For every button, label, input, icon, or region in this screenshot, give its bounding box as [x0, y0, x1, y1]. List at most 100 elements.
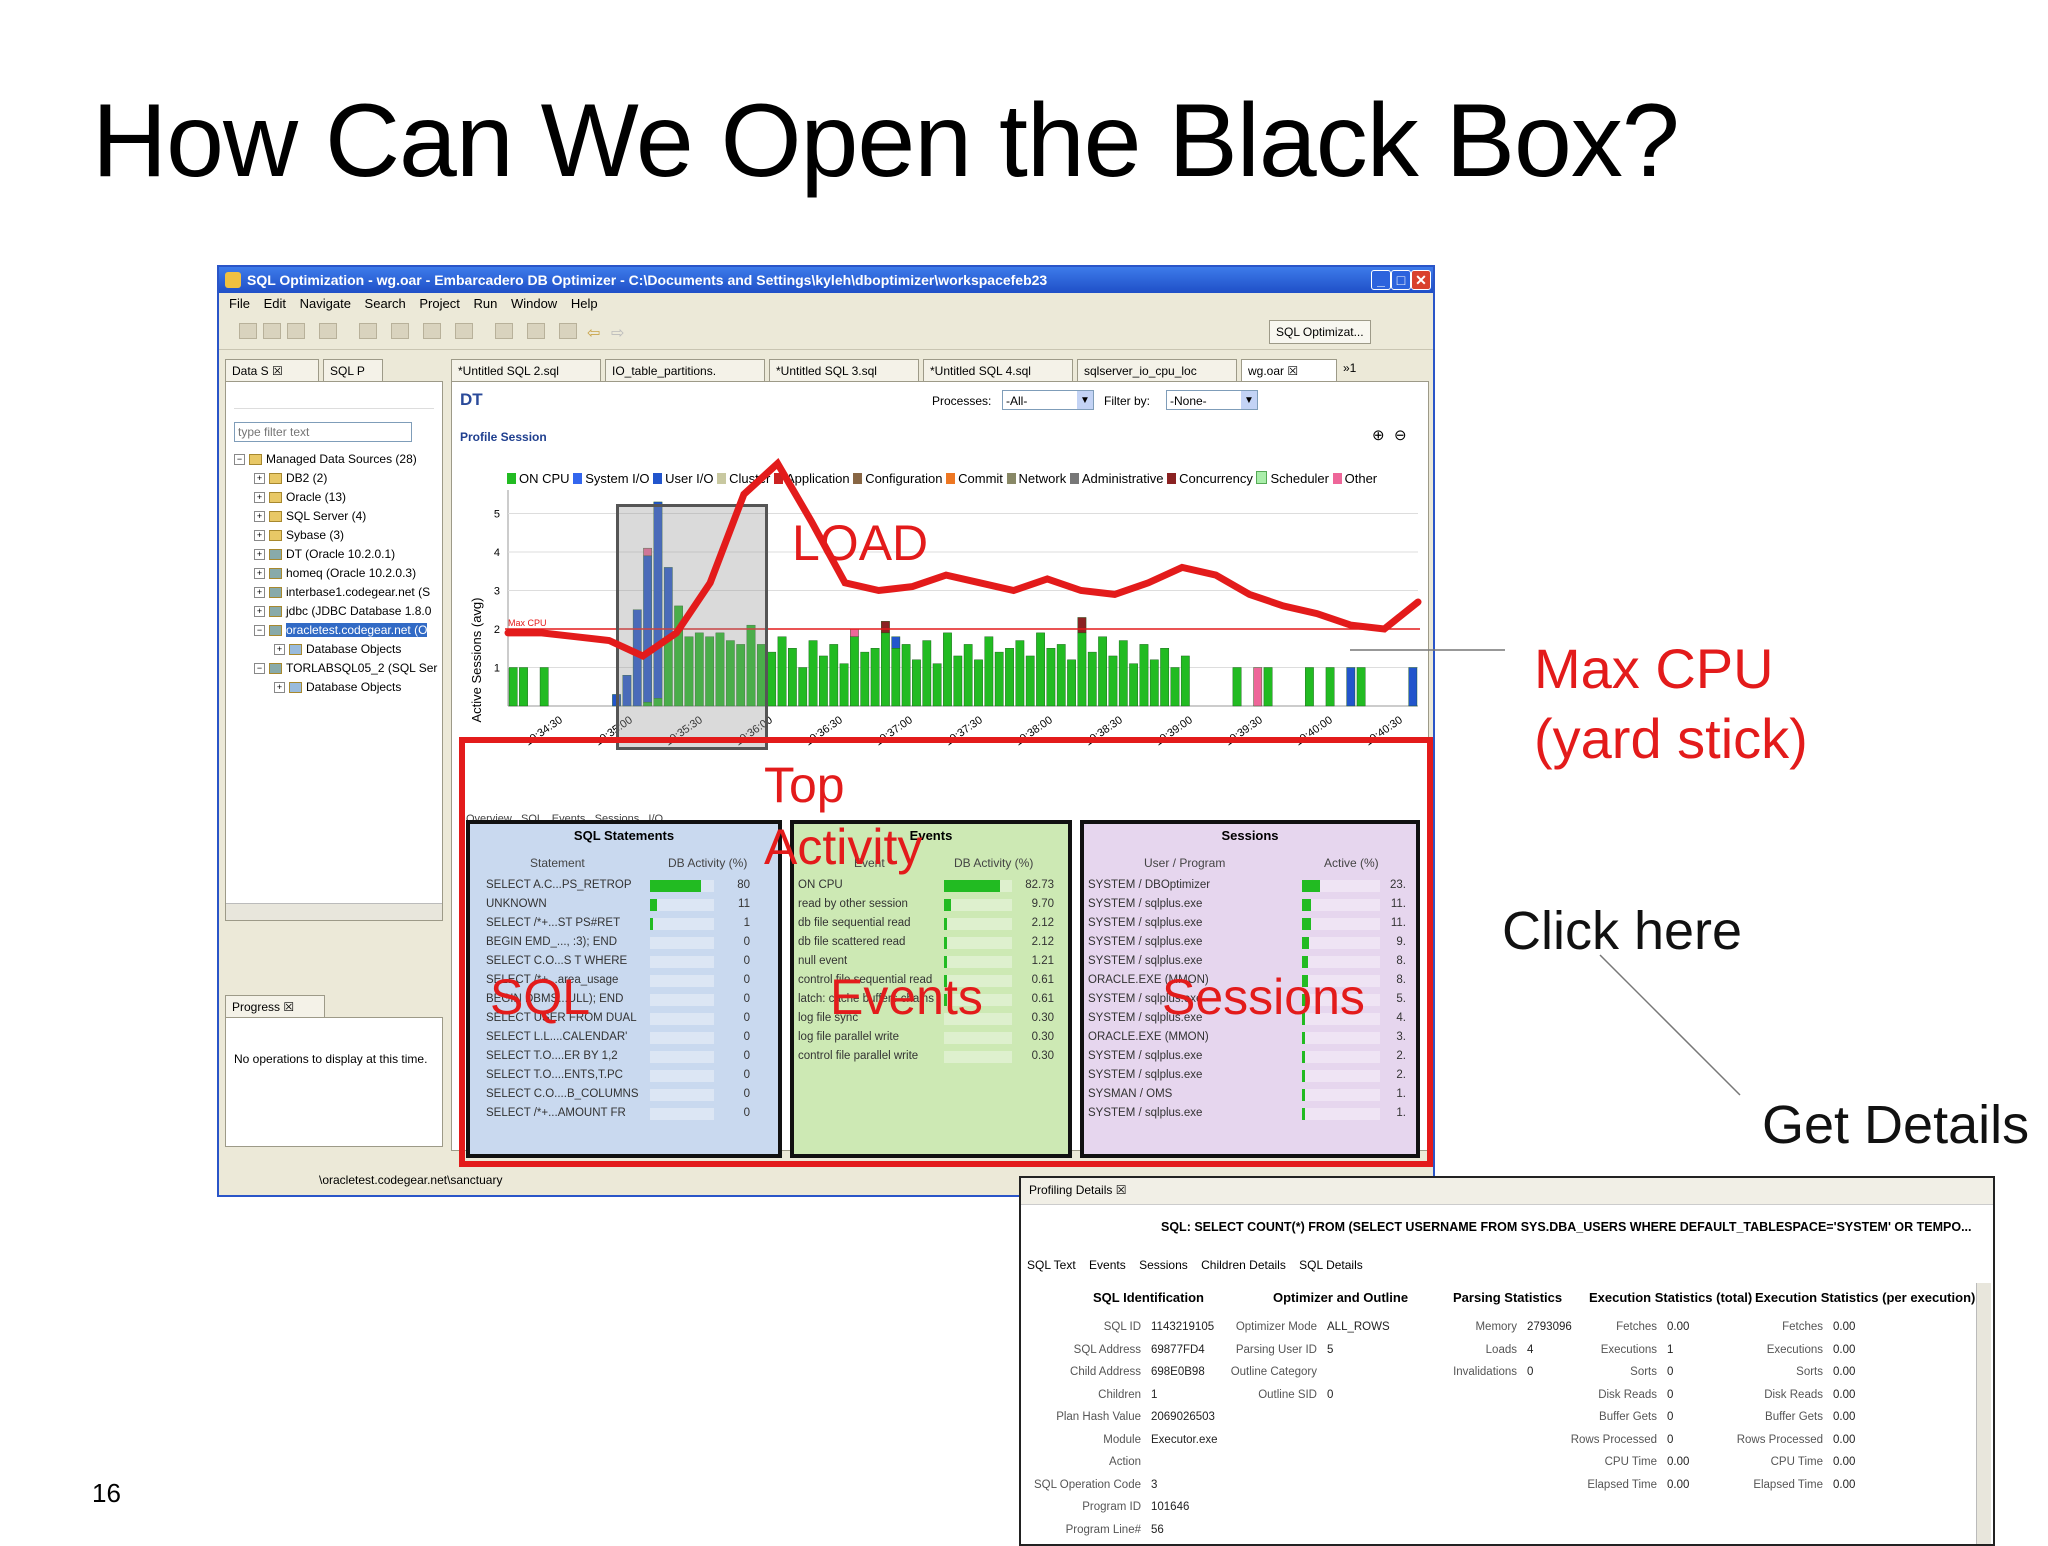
panel-row-text[interactable]: SYSTEM / sqlplus.exe [1088, 895, 1288, 914]
detail-value: 0.00 [1833, 1456, 1856, 1468]
panel-row-text[interactable]: SELECT T.O....ENTS,T.PC [486, 1066, 646, 1085]
panel-row-text[interactable]: ORACLE.EXE (MMON) [1088, 1028, 1288, 1047]
tab-sql-details[interactable]: SQL Details [1299, 1258, 1363, 1272]
panel-row-value: 0 [743, 1107, 750, 1119]
detail-label: SQL Operation Code [1034, 1478, 1141, 1491]
page-number: 16 [92, 1478, 121, 1508]
panel-row-value: 1. [1396, 1107, 1406, 1119]
panel-row-value: 80 [737, 879, 750, 891]
panel-row-value: 3. [1396, 1031, 1406, 1043]
annotation-max-cpu: Max CPU [1534, 637, 1774, 700]
panel-row-text[interactable]: SELECT /*+...ST PS#RET [486, 914, 646, 933]
detail-label: Plan Hash Value [1056, 1411, 1141, 1423]
panel-row-value: 0 [743, 1050, 750, 1062]
panel-row-text[interactable]: SYSTEM / sqlplus.exe [1088, 1104, 1288, 1123]
panel-row-value: 8. [1396, 974, 1406, 986]
detail-value: 0.00 [1833, 1343, 1856, 1356]
panel-row-bar-track [650, 1051, 714, 1063]
detail-value: 0.00 [1667, 1321, 1690, 1333]
panel-row-text[interactable]: BEGIN EMD_..., :3); END [486, 933, 646, 952]
panel-row-bar [944, 956, 947, 968]
detail-label: Disk Reads [1598, 1388, 1657, 1401]
panel-row-text[interactable]: db file sequential read [798, 914, 938, 933]
panel-row-value: 0 [743, 974, 750, 986]
panel-row-bar-track [944, 1051, 1012, 1063]
detail-label: Disk Reads [1764, 1388, 1823, 1401]
sql-col-statement[interactable]: Statement [530, 854, 585, 872]
detail-label: Rows Processed [1736, 1433, 1823, 1446]
vertical-scrollbar[interactable] [1976, 1283, 1991, 1544]
panel-row-text[interactable]: SYSMAN / OMS [1088, 1085, 1288, 1104]
detail-label: Program ID [1082, 1501, 1141, 1513]
annotation-yard-stick: (yard stick) [1534, 707, 1808, 770]
load-curve [504, 457, 1422, 661]
panel-row-text[interactable]: read by other session [798, 895, 938, 914]
panel-row-value: 0 [743, 1031, 750, 1043]
detail-value: 0 [1667, 1366, 1674, 1378]
detail-value: 1 [1151, 1388, 1158, 1401]
detail-label: Optimizer Mode [1235, 1321, 1317, 1333]
detail-label: Outline SID [1258, 1388, 1317, 1401]
panel-row-bar-track [650, 1108, 714, 1120]
panel-row-text[interactable]: control file parallel write [798, 1047, 938, 1066]
detail-value: 1143219105 [1151, 1321, 1215, 1333]
panel-row-text[interactable]: SELECT C.O....B_COLUMNS [486, 1085, 646, 1104]
panel-row-bar-track [650, 1032, 714, 1044]
panel-row-text[interactable]: db file scattered read [798, 933, 938, 952]
details-tab[interactable]: Profiling Details ☒ [1029, 1183, 1126, 1197]
annotation-sessions: Sessions [1162, 969, 1365, 1025]
panel-row-bar [650, 918, 653, 930]
detail-value: 101646 [1151, 1501, 1190, 1513]
panel-row-value: 1.21 [1031, 955, 1054, 967]
detail-value: 5 [1327, 1343, 1334, 1356]
detail-label: Program Line# [1065, 1523, 1141, 1536]
detail-value: 0.00 [1833, 1478, 1856, 1491]
panel-row-value: 2. [1396, 1050, 1406, 1062]
panel-row-text[interactable]: log file parallel write [798, 1028, 938, 1047]
panel-row-value: 0.30 [1031, 1050, 1054, 1062]
tab-label: Profiling Details [1029, 1183, 1113, 1197]
panel-row-value: 0 [743, 1088, 750, 1100]
detail-label: Fetches [1782, 1321, 1823, 1333]
detail-value: 2793096 [1527, 1321, 1572, 1333]
panel-row-bar [944, 937, 947, 949]
panel-row-text[interactable]: ON CPU [798, 876, 938, 895]
panel-row-value: 0.61 [1031, 974, 1054, 986]
detail-value: 2069026503 [1151, 1411, 1215, 1423]
panel-row-text[interactable]: SYSTEM / sqlplus.exe [1088, 933, 1288, 952]
panel-row-text[interactable]: SYSTEM / sqlplus.exe [1088, 1066, 1288, 1085]
panel-row-text[interactable]: SYSTEM / sqlplus.exe [1088, 914, 1288, 933]
detail-label: Outline Category [1230, 1366, 1317, 1378]
tab-sql-text[interactable]: SQL Text [1027, 1258, 1076, 1272]
panel-row-bar-track [650, 1089, 714, 1101]
panel-row-bar [944, 880, 1001, 892]
panel-row-text[interactable]: SELECT L.L....CALENDAR' [486, 1028, 646, 1047]
panel-row-text[interactable]: SYSTEM / DBOptimizer [1088, 876, 1288, 895]
col-exec-per: Execution Statistics (per execution) [1755, 1290, 1976, 1305]
detail-label: Loads [1485, 1343, 1517, 1356]
sql-col-activity[interactable]: DB Activity (%) [668, 854, 747, 872]
tab-children-details[interactable]: Children Details [1201, 1258, 1286, 1272]
panel-row-bar [1302, 880, 1320, 892]
sessions-col-active[interactable]: Active (%) [1324, 854, 1379, 872]
panel-row-text[interactable]: SELECT A.C...PS_RETROP [486, 876, 646, 895]
annotation-get-details: Get Details [1762, 1095, 2030, 1155]
detail-label: Executions [1600, 1343, 1657, 1356]
panel-row-text[interactable]: SELECT /*+...AMOUNT FR [486, 1104, 646, 1123]
details-tabs: SQL Text Events Sessions Children Detail… [1027, 1258, 1363, 1272]
detail-label: SQL ID [1103, 1321, 1141, 1333]
panel-row-value: 9. [1396, 936, 1406, 948]
panel-row-text[interactable]: SELECT T.O....ER BY 1,2 [486, 1047, 646, 1066]
tab-sessions[interactable]: Sessions [1139, 1258, 1188, 1272]
panel-row-bar [1302, 937, 1310, 949]
panel-row-text[interactable]: UNKNOWN [486, 895, 646, 914]
sessions-col-user[interactable]: User / Program [1144, 854, 1225, 872]
panel-row-text[interactable]: SYSTEM / sqlplus.exe [1088, 1047, 1288, 1066]
detail-value: 0 [1667, 1388, 1674, 1401]
tab-events[interactable]: Events [1089, 1258, 1126, 1272]
panel-row-value: 1. [1396, 1088, 1406, 1100]
panel-row-value: 0 [743, 993, 750, 1005]
annotation-activity: Activity [764, 819, 923, 875]
events-col-activity[interactable]: DB Activity (%) [954, 854, 1033, 872]
panel-row-bar-track [650, 994, 714, 1006]
